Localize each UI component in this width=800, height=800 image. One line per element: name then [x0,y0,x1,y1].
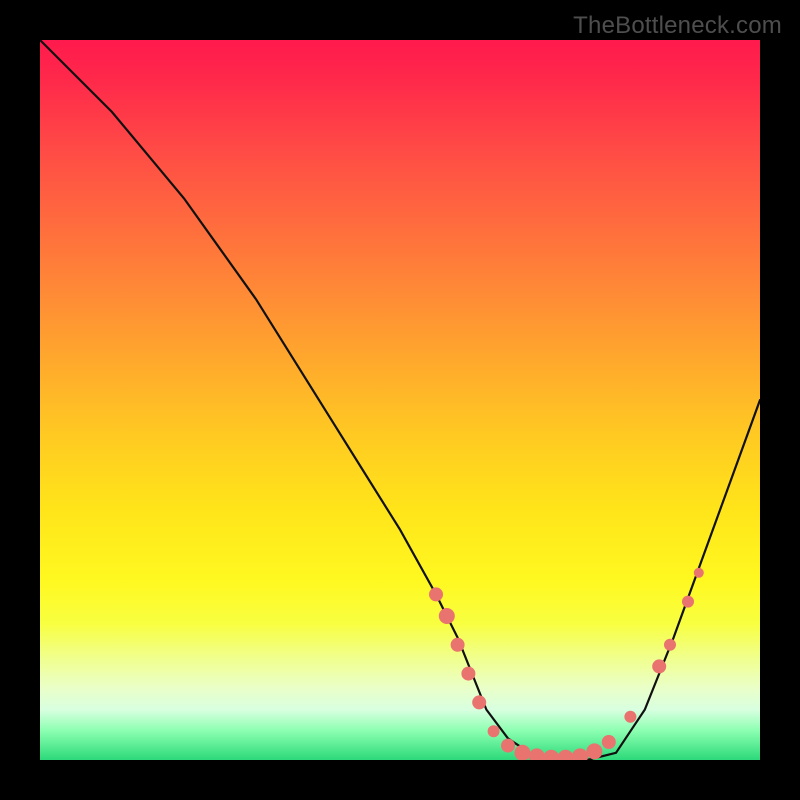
plot-area [40,40,760,760]
watermark-text: TheBottleneck.com [573,12,782,40]
highlight-dot [461,667,475,681]
highlight-dot [624,711,636,723]
highlight-dot [451,638,465,652]
highlight-dot [529,748,545,760]
highlight-dot [694,568,704,578]
highlight-dot [558,750,574,760]
highlight-dot [664,639,676,651]
highlight-dot [572,748,588,760]
highlight-dot [586,743,602,759]
highlight-dot [429,587,443,601]
highlight-dot [488,725,500,737]
chart-frame: TheBottleneck.com [0,0,800,800]
curve-layer [40,40,760,760]
highlight-dot [472,695,486,709]
highlight-dot [543,750,559,760]
highlight-dot [652,659,666,673]
highlight-dot [501,739,515,753]
highlight-dots [429,568,704,760]
highlight-dot [439,608,455,624]
bottleneck-curve [40,40,760,760]
highlight-dot [602,735,616,749]
highlight-dot [682,596,694,608]
highlight-dot [514,745,530,760]
